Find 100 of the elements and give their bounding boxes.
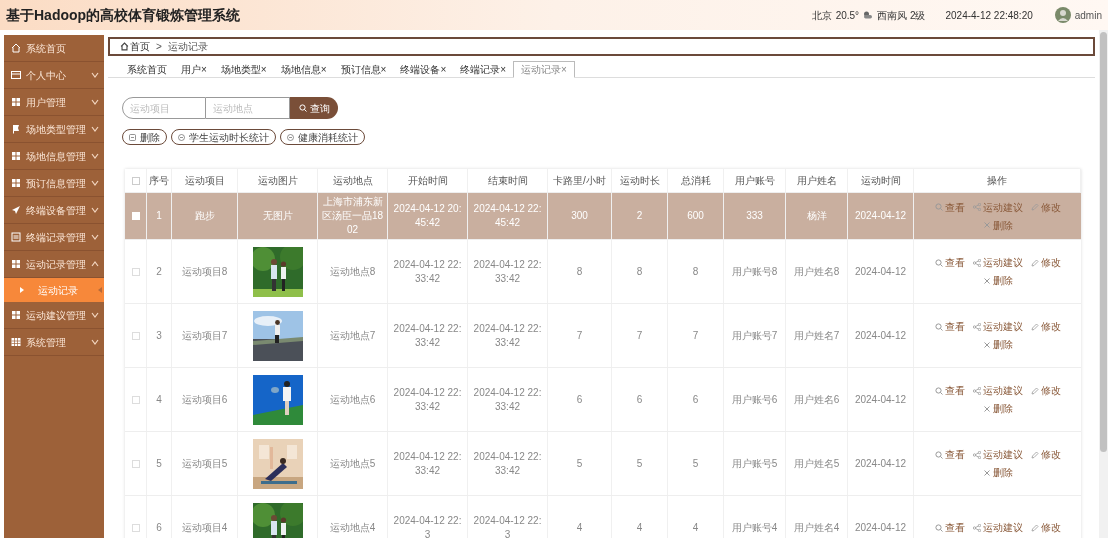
tab[interactable]: 终端设备× — [393, 61, 454, 78]
table-row[interactable]: 6 运动项目4 运动地点4 2024-04-12 22:3 2024-04-12 22:3 4 4 4 用户账号4 用户姓名4 2024-04-12 查看 运动建议 修改 — [125, 496, 1081, 538]
sidebar-item[interactable]: 系统管理 — [4, 329, 104, 356]
sidebar-item[interactable]: 场地信息管理 — [4, 143, 104, 170]
table-row[interactable]: 2 运动项目8 运动地点8 2024-04-12 22:33:42 2024-04-12 22:33:42 8 8 8 用户账号8 用户姓名8 2024-04-12 查看 运动建议 修改 删除 — [125, 240, 1081, 304]
checkbox[interactable] — [131, 523, 140, 532]
flag-icon — [11, 124, 21, 134]
close-icon — [982, 468, 991, 477]
table-row[interactable]: 5 运动项目5 运动地点5 2024-04-12 22:33:42 2024-04-12 22:33:42 5 5 5 用户账号5 用户姓名5 2024-04-12 查看 运动建议 修改 删除 — [125, 432, 1081, 496]
action-link[interactable]: 查看 — [934, 319, 965, 334]
table-cell: 2024-04-12 — [854, 209, 907, 223]
tab[interactable]: 用户× — [174, 61, 214, 78]
table-cell: 5 — [576, 456, 583, 471]
share-icon — [972, 523, 981, 532]
minus-icon — [287, 133, 294, 141]
tab[interactable]: 场地信息× — [273, 61, 334, 78]
table-cell: 8 — [636, 264, 643, 279]
table-cell: 300 — [571, 209, 588, 223]
sidebar-item[interactable]: 预订信息管理 — [4, 170, 104, 197]
table-cell: 运动项目5 — [181, 456, 228, 471]
table-row[interactable]: 3 运动项目7 运动地点7 2024-04-12 22:33:42 2024-04-12 22:33:42 7 7 7 用户账号7 用户姓名7 2024-04-12 查看 运动建议 修改 删除 — [125, 304, 1081, 368]
table-cell: 2024-04-12 — [854, 520, 907, 535]
action-link[interactable]: 运动建议 — [972, 319, 1023, 334]
action-link[interactable]: 删除 — [982, 337, 1013, 352]
action-link[interactable]: 修改 — [1030, 319, 1061, 334]
table-cell-text: 2024-04-12 22:33:42 — [472, 449, 543, 478]
table-cell: 4 — [156, 392, 162, 407]
table-cell: 4 — [636, 520, 643, 535]
action-link[interactable]: 运动建议 — [972, 255, 1023, 270]
table-cell: 运动地点5 — [329, 456, 376, 471]
checkbox[interactable] — [131, 395, 140, 404]
tab[interactable]: 预订信息× — [333, 61, 394, 78]
table-cell: 5 — [156, 456, 162, 471]
table-cell-text: 2024-04-12 22:33:42 — [392, 257, 463, 286]
action-link[interactable]: 运动建议 — [972, 520, 1023, 535]
table-cell: 跑步 — [194, 209, 215, 223]
table-cell: 2 — [156, 264, 162, 279]
action-link[interactable]: 修改 — [1030, 255, 1061, 270]
cloud-icon — [863, 11, 874, 19]
share-icon — [972, 258, 981, 267]
grid-icon — [11, 151, 21, 161]
action-link[interactable]: 删除 — [982, 273, 1013, 288]
action-link[interactable]: 修改 — [1030, 447, 1061, 462]
sidebar-item[interactable]: 终端设备管理 — [4, 197, 104, 224]
sidebar-item[interactable]: 终端记录管理 — [4, 224, 104, 251]
checkbox[interactable] — [131, 176, 140, 185]
search-button[interactable]: 查询 — [290, 97, 338, 119]
pencil-icon — [1030, 450, 1039, 459]
checkbox[interactable] — [131, 331, 140, 340]
close-icon — [982, 404, 991, 413]
app-title: 基于Hadoop的高校体育锻炼管理系统 — [6, 5, 241, 25]
weather-city: 北京 — [811, 8, 832, 23]
table-cell: 333 — [746, 209, 763, 223]
checkbox[interactable] — [131, 459, 140, 468]
action-link[interactable]: 运动建议 — [972, 447, 1023, 462]
table-cell-text: 2024-04-12 22:33:42 — [392, 385, 463, 414]
table-cell: 杨洋 — [806, 209, 827, 223]
table-cell: 运动地点7 — [329, 328, 376, 343]
action-link[interactable]: 修改 — [1030, 383, 1061, 398]
table-cell: 5 — [636, 456, 643, 471]
table-icon — [11, 337, 21, 347]
tab[interactable]: 场地类型× — [213, 61, 274, 78]
sidebar-item[interactable]: 场地类型管理 — [4, 116, 104, 143]
tab[interactable]: 系统首页 — [120, 61, 174, 78]
scrollbar[interactable] — [1099, 30, 1108, 538]
action-link[interactable]: 删除 — [982, 465, 1013, 480]
date-time: 2024-4-12 22:48:20 — [945, 8, 1033, 23]
column-header: 用户账号 — [724, 169, 786, 192]
search-icon — [934, 322, 943, 331]
breadcrumb-link[interactable]: 首页 — [130, 39, 150, 54]
checkbox[interactable] — [131, 267, 140, 276]
tab[interactable]: 终端记录× — [453, 61, 514, 78]
table-cell-text: 2024-04-12 22:3 — [472, 513, 543, 538]
share-icon — [972, 386, 981, 395]
action-link[interactable]: 删除 — [982, 401, 1013, 416]
table-cell: 2024-04-12 — [854, 456, 907, 471]
table-cell: 用户姓名8 — [793, 264, 840, 279]
share-icon — [972, 203, 981, 211]
search-icon — [298, 104, 307, 112]
sidebar-item[interactable]: 系统首页 — [4, 35, 104, 62]
column-header: 运动时间 — [848, 169, 914, 192]
sidebar-item[interactable]: 用户管理 — [4, 89, 104, 116]
table-row[interactable]: 4 运动项目6 运动地点6 2024-04-12 22:33:42 2024-04-12 22:33:42 6 6 6 用户账号6 用户姓名6 2024-04-12 查看 运动建议 修改 删除 — [125, 368, 1081, 432]
user-name[interactable]: admin — [1074, 7, 1102, 23]
action-link[interactable]: 修改 — [1030, 520, 1061, 535]
action-link[interactable]: 查看 — [934, 520, 965, 535]
grid-icon — [11, 97, 21, 107]
action-link[interactable]: 运动建议 — [972, 383, 1023, 398]
action-link[interactable]: 查看 — [934, 383, 965, 398]
sidebar-item[interactable]: 个人中心 — [4, 62, 104, 89]
pencil-icon — [1030, 523, 1039, 532]
action-link[interactable]: 查看 — [934, 255, 965, 270]
action-link[interactable]: 查看 — [934, 447, 965, 462]
tab[interactable]: 运动记录× — [513, 61, 575, 78]
table-cell-text: 2024-04-12 22:33:42 — [392, 449, 463, 478]
pencil-icon — [1030, 386, 1039, 395]
table-cell-text: 2024-04-12 22:33:42 — [472, 257, 543, 286]
sidebar-item[interactable]: 运动建议管理 — [4, 302, 104, 329]
send-icon — [11, 205, 21, 215]
avatar[interactable] — [1054, 7, 1071, 23]
